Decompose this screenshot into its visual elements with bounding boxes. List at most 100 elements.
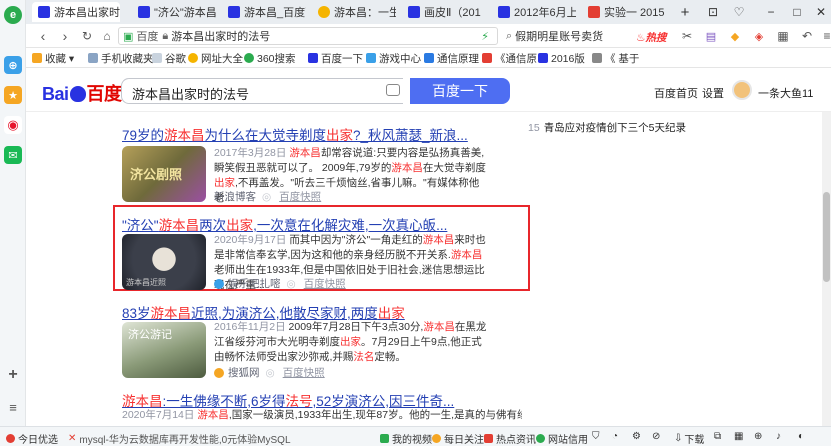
weibo-icon[interactable]: ◉ — [4, 116, 22, 134]
accelerate-icon[interactable]: ◔ — [612, 431, 618, 442]
translate-icon[interactable]: ▤ — [702, 27, 720, 45]
forward-icon[interactable]: › — [56, 27, 74, 45]
tab-4[interactable]: 画皮Ⅱ（201 — [402, 2, 486, 22]
maximize-button[interactable]: □ — [786, 3, 808, 21]
source-name[interactable]: 新浪博客 — [214, 189, 256, 204]
bookmark-comm1[interactable]: 通信原理 — [424, 51, 479, 65]
url-text: 游本昌出家时的法号 — [171, 31, 271, 43]
page-scrollbar[interactable] — [822, 112, 831, 426]
bookmark-2016[interactable]: 2016版 — [538, 51, 585, 65]
favorites-icon[interactable]: ★ — [4, 86, 22, 104]
bookmark-label: 360搜索 — [257, 52, 296, 65]
source-name[interactable]: 搜狐网 — [228, 365, 260, 380]
result-thumbnail-0[interactable]: 济公剧照 — [122, 146, 206, 202]
browser-search[interactable]: ⌕ 假期明星账号卖货 — [506, 27, 626, 45]
zoom-icon[interactable]: ⊕ — [754, 431, 762, 442]
site-label: 百度 — [136, 31, 159, 43]
cache-link[interactable]: 百度快照 — [304, 276, 346, 291]
baidu-home-link[interactable]: 百度首页 — [654, 85, 698, 101]
game-icon[interactable]: ◈ — [750, 27, 768, 45]
username[interactable]: 一条大鱼11 — [758, 85, 813, 101]
lightning-icon[interactable]: ⚡ — [481, 30, 489, 43]
result-title-1[interactable]: "济公"游本昌两次出家,一次意在化解灾难,一次真心皈... — [122, 214, 447, 234]
grid-icon[interactable]: ▦ — [734, 431, 743, 442]
wallet-icon[interactable]: ◆ — [726, 27, 744, 45]
search-icon: ⌕ — [506, 29, 513, 42]
baidu-paw-icon — [228, 6, 240, 18]
cache-link[interactable]: 百度快照 — [283, 365, 325, 380]
baidu-logo[interactable]: Bai 百度 — [42, 80, 122, 106]
bookmark-mobile[interactable]: 手机收藏夹 — [88, 51, 154, 65]
bookmark-google[interactable]: 谷歌 — [152, 51, 186, 65]
status-credit[interactable]: 网站信用 — [536, 431, 588, 446]
result-thumbnail-2[interactable]: 济公游记 — [122, 322, 206, 378]
search-input[interactable]: 游本昌出家时的法号 — [121, 78, 403, 104]
status-download[interactable]: ⇩ 下载 — [674, 431, 704, 446]
status-ticker[interactable]: ✕ mysql-华为云数据库再开发性能,0元体验MySQL — [68, 431, 368, 446]
tab-2[interactable]: 游本昌_百度百 — [222, 2, 306, 22]
settings-link[interactable]: 设置 — [702, 85, 724, 101]
copy-icon[interactable]: ⧉ — [714, 431, 721, 442]
plugin-icon[interactable]: ⊕ — [4, 56, 22, 74]
tab-5[interactable]: 2012年6月上 — [492, 2, 576, 22]
tab-label: 画皮Ⅱ（201 — [424, 7, 481, 19]
apps-icon[interactable]: ▦ — [774, 27, 792, 45]
tab-6[interactable]: 实验一 2015 — [582, 2, 666, 22]
cache-icon: ◎ — [286, 277, 296, 290]
add-icon[interactable]: + — [4, 366, 22, 384]
minimize-button[interactable]: − — [760, 3, 782, 21]
home-icon[interactable]: ⌂ — [98, 27, 116, 45]
browser-logo-icon[interactable]: e — [4, 6, 22, 24]
result-title-0[interactable]: 79岁的游本昌为什么在大觉寺剃度出家?_秋风萧瑟_新浪... — [122, 124, 468, 144]
text-segment: ,一次意在化解灾难,一次真心皈... — [253, 218, 448, 233]
new-tab-button[interactable]: + — [674, 3, 696, 21]
skin-icon[interactable]: ♡ — [728, 3, 750, 21]
undo-icon[interactable]: ↶ — [798, 27, 816, 45]
volume-icon[interactable]: ♪ — [776, 431, 781, 442]
bookmark-games[interactable]: 游戏中心 — [366, 51, 421, 65]
tab-list-icon[interactable]: ⊡ — [702, 3, 724, 21]
cache-link[interactable]: 百度快照 — [279, 189, 321, 204]
status-label: 下载 — [684, 435, 705, 446]
hot-list-item[interactable]: 15 青岛应对疫情创下三个5天纪录 — [528, 120, 686, 135]
status-video[interactable]: 我的视频 — [380, 431, 432, 446]
result-title-3[interactable]: 游本昌:一生佛缘不断,6岁得法号,52岁演济公,因三件奇... — [122, 390, 454, 410]
clean-icon[interactable]: ⊘ — [652, 431, 660, 442]
status-deals[interactable]: 今日优选 — [6, 431, 58, 446]
tab-3[interactable]: 游本昌：一生 — [312, 2, 396, 22]
settings-status-icon[interactable]: ⚙ — [632, 431, 641, 442]
result-thumbnail-1[interactable]: 游本昌近照 — [122, 234, 206, 290]
source-name[interactable]: 娱乐吧扎嘧 — [228, 276, 281, 291]
bookmark-favorites[interactable]: 收藏 ▾ — [32, 51, 74, 65]
more-icon[interactable]: ≡ — [818, 27, 831, 45]
result-title-2[interactable]: 83岁游本昌近照,为演济公,他散尽家财,两度出家 — [122, 302, 405, 322]
tab-1[interactable]: "济公"游本昌 — [132, 2, 216, 22]
shield-icon — [536, 434, 545, 443]
scissors-icon[interactable]: ✂ — [678, 27, 696, 45]
camera-icon[interactable] — [386, 84, 400, 96]
tab-0[interactable]: 游本昌出家时 ✕ — [32, 2, 120, 22]
status-daily[interactable]: 每日关注 — [432, 431, 484, 446]
status-news[interactable]: 热点资讯 — [484, 431, 536, 446]
avatar[interactable] — [732, 80, 752, 100]
address-bar[interactable]: ▣ 百度 🔒︎ 游本昌出家时的法号 ⚡ — [118, 27, 498, 45]
menu-icon[interactable]: ≡ — [4, 398, 22, 416]
tab-label: 游本昌：一生 — [334, 7, 396, 19]
zoom-percent-icon[interactable]: ◐ — [798, 431, 804, 442]
scroll-thumb[interactable] — [823, 192, 830, 282]
hot-search-tag[interactable]: ♨热搜 — [636, 30, 666, 45]
bookmark-360[interactable]: 360搜索 — [244, 51, 296, 65]
bookmark-hao[interactable]: 网址大全 — [188, 51, 243, 65]
status-bar: 今日优选 ✕ mysql-华为云数据库再开发性能,0元体验MySQL 我的视频 每… — [0, 426, 831, 446]
reload-icon[interactable]: ↻ — [78, 27, 96, 45]
mail-icon[interactable]: ✉ — [4, 146, 22, 164]
csdn-icon — [588, 6, 600, 18]
search-button[interactable]: 百度一下 — [410, 78, 510, 104]
bookmark-baidu[interactable]: 百度一下 — [308, 51, 363, 65]
news-icon — [484, 434, 493, 443]
shield-status-icon[interactable]: ⛉ — [592, 431, 600, 442]
back-icon[interactable]: ‹ — [34, 27, 52, 45]
bookmark-based[interactable]: 《 基于 — [592, 51, 639, 65]
bookmark-comm2[interactable]: 《通信原 — [482, 51, 537, 65]
close-window-button[interactable]: ✕ — [810, 3, 831, 21]
